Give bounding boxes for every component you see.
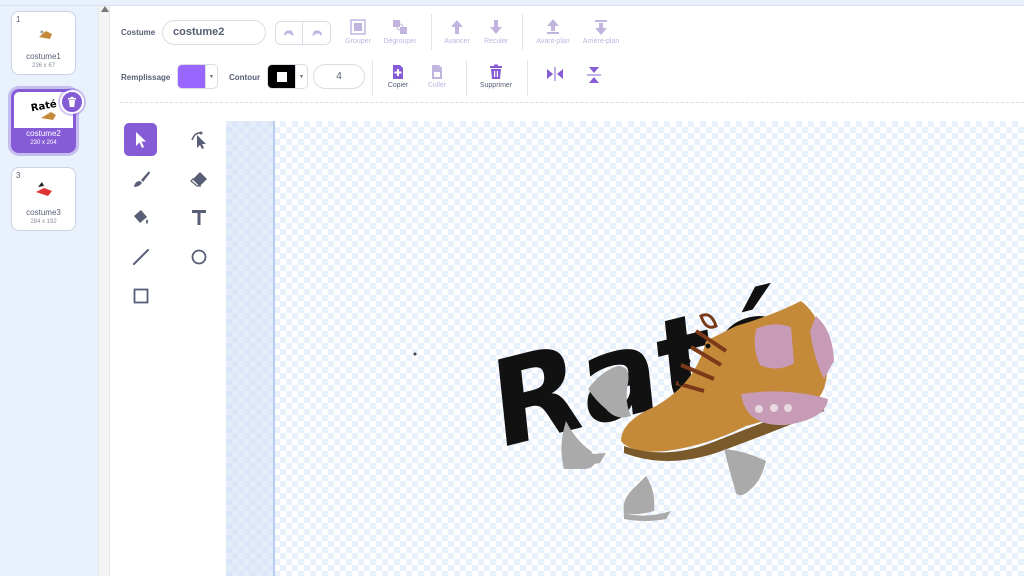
trash-icon (490, 64, 502, 79)
text-tool[interactable] (182, 200, 215, 233)
toolbar-separator (527, 60, 528, 96)
copy-icon (393, 65, 403, 79)
copy-label: Copier (387, 82, 409, 89)
brush-icon (133, 170, 150, 187)
backward-label: Reculer (483, 38, 509, 45)
backward-button[interactable]: Reculer (471, 18, 521, 45)
fill-color-picker[interactable]: ▼ (177, 64, 218, 89)
text-icon (191, 209, 206, 225)
toolbar-separator (522, 14, 523, 50)
costume-number: 2 (16, 92, 21, 101)
flip-vertical-button[interactable] (569, 66, 619, 84)
backward-icon (490, 20, 502, 34)
ungroup-label: Dégrouper (383, 38, 417, 45)
costume-list-scrollbar[interactable] (98, 6, 110, 576)
chevron-down-icon: ▼ (205, 65, 217, 88)
undo-redo-group (275, 21, 331, 45)
redo-button[interactable] (303, 22, 330, 44)
undo-icon (284, 30, 294, 36)
scroll-up-arrow-icon[interactable] (101, 6, 109, 12)
costume-thumbnail: Raté (30, 98, 58, 120)
costume-thumbnail (36, 182, 52, 196)
trash-icon (68, 96, 76, 107)
ungroup-icon (393, 20, 407, 34)
costume-name: costume2 (26, 129, 61, 138)
reshape-tool[interactable] (182, 123, 215, 156)
bring-to-front-icon (547, 19, 559, 34)
eraser-icon (189, 171, 207, 187)
bring-to-front-label: Avant-plan (536, 38, 570, 45)
select-tool[interactable] (124, 123, 157, 156)
costume-list: 1 costume1 236 x 67 2 Raté costume2 230 … (0, 6, 98, 576)
delete-costume-button[interactable] (60, 90, 84, 114)
fill-label: Remplissage (121, 73, 171, 82)
ungroup-button[interactable]: Dégrouper (375, 18, 425, 45)
circle-tool[interactable] (182, 240, 215, 273)
costume-size: 236 x 67 (31, 63, 56, 69)
line-tool[interactable] (124, 240, 157, 273)
costume-artwork: Raté (413, 264, 834, 521)
paste-icon (432, 65, 442, 79)
costume-size: 284 x 192 (30, 219, 57, 225)
costume-name-input[interactable]: costume2 (162, 20, 266, 45)
delete-label: Supprimer (479, 82, 513, 89)
undo-button[interactable] (276, 22, 304, 44)
stroke-width-input[interactable]: 4 (313, 64, 365, 89)
outline-label: Contour (229, 73, 261, 82)
line-icon (132, 248, 149, 265)
costume-label: Costume (121, 28, 156, 37)
paint-bucket-icon (133, 209, 148, 224)
fill-tool[interactable] (124, 200, 157, 233)
send-to-back-icon (595, 20, 607, 35)
group-label: Grouper (345, 38, 371, 45)
toolbar-divider (120, 102, 1024, 103)
circle-icon (191, 249, 206, 264)
delete-button[interactable]: Supprimer (471, 64, 521, 89)
forward-label: Avancer (444, 38, 470, 45)
rectangle-icon (133, 288, 148, 303)
outline-color-picker[interactable]: ▼ (267, 64, 308, 89)
fill-color-swatch (178, 65, 205, 88)
flip-vertical-icon (587, 67, 601, 83)
forward-icon (451, 20, 463, 34)
bring-to-front-button[interactable]: Avant-plan (528, 18, 578, 45)
reshape-icon (190, 131, 206, 149)
chevron-down-icon: ▼ (295, 65, 307, 88)
costume-name: costume3 (26, 208, 61, 217)
costume-number: 3 (16, 171, 21, 180)
paste-label: Coller (427, 82, 447, 89)
paste-button[interactable]: Coller (412, 64, 462, 89)
costume-size: 230 x 204 (30, 140, 57, 146)
rectangle-tool[interactable] (124, 279, 157, 312)
costume-number: 1 (16, 15, 21, 24)
outline-color-swatch (268, 65, 295, 88)
send-to-back-label: Arrière-plan (582, 38, 620, 45)
flip-horizontal-icon (547, 67, 563, 81)
brush-tool[interactable] (124, 162, 157, 195)
toolbar-separator (466, 60, 467, 96)
arrow-cursor-icon (135, 131, 146, 148)
eraser-tool[interactable] (182, 162, 215, 195)
costume-tile-3[interactable]: 3 costume3 284 x 192 (11, 167, 76, 231)
thumb-text: Raté (30, 98, 58, 114)
group-icon (350, 19, 366, 35)
top-strip (0, 0, 1024, 6)
costume-name: costume1 (26, 52, 61, 61)
redo-icon (311, 30, 322, 36)
costume-thumbnail (39, 30, 52, 39)
send-to-back-button[interactable]: Arrière-plan (576, 18, 626, 45)
costume-tile-1[interactable]: 1 costume1 236 x 67 (11, 11, 76, 75)
